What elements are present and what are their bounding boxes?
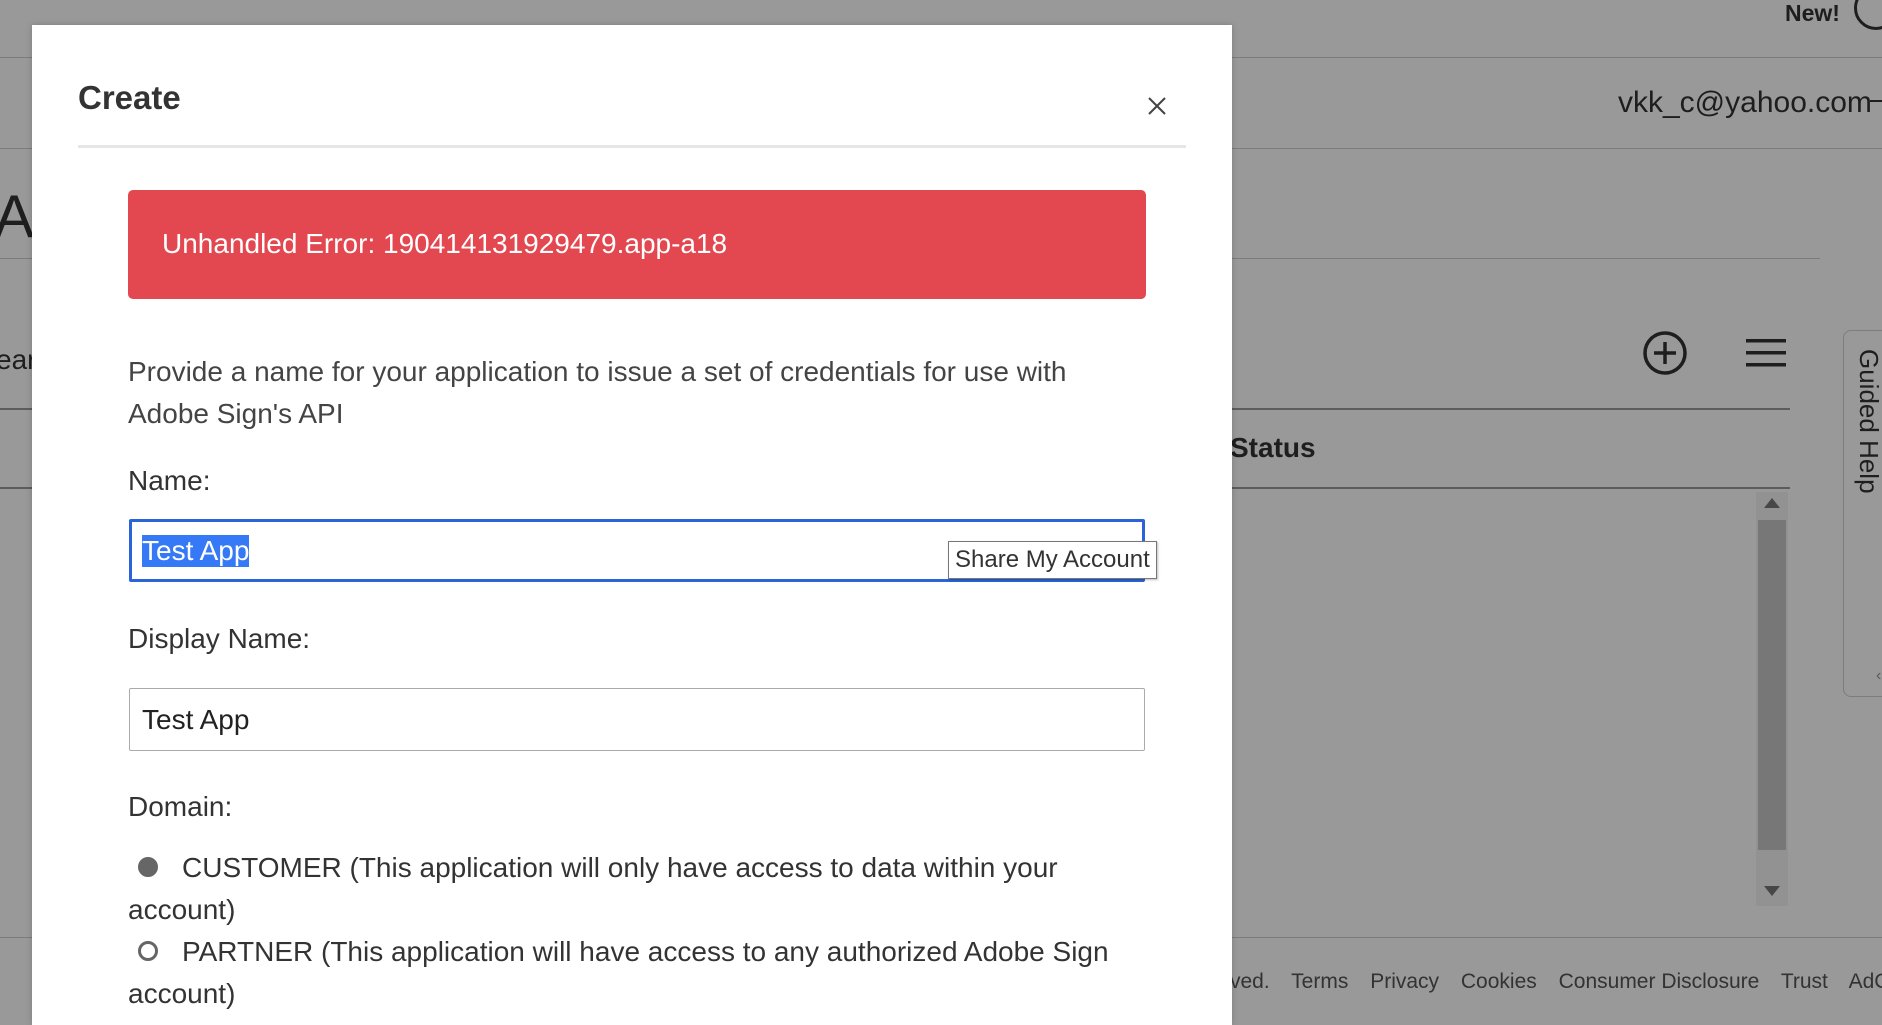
error-banner: Unhandled Error: 190414131929479.app-a18	[128, 190, 1146, 299]
autofill-suggestion[interactable]: Share My Account	[948, 541, 1157, 579]
radio-customer[interactable]	[138, 856, 158, 877]
display-name-label: Display Name:	[128, 623, 311, 654]
domain-option-customer-label: CUSTOMER (This application will only hav…	[128, 852, 1058, 925]
create-dialog: Create Unhandled Error: 190414131929479.…	[32, 25, 1232, 1025]
error-message: Unhandled Error: 190414131929479.app-a18	[162, 228, 728, 259]
domain-option-partner-label: PARTNER (This application will have acce…	[128, 936, 1109, 1009]
dialog-divider	[78, 145, 1186, 148]
domain-option-partner[interactable]: PARTNER (This application will have acce…	[128, 931, 1148, 1015]
name-input-value: Test App	[142, 534, 250, 567]
dialog-title: Create	[78, 79, 181, 116]
radio-partner[interactable]	[138, 940, 158, 961]
name-label: Name:	[128, 465, 211, 496]
close-icon[interactable]	[1142, 91, 1172, 121]
dialog-description: Provide a name for your application to i…	[128, 356, 1067, 429]
display-name-input-value: Test App	[142, 703, 250, 735]
domain-option-customer[interactable]: CUSTOMER (This application will only hav…	[128, 847, 1148, 931]
domain-label: Domain:	[128, 791, 233, 822]
display-name-input[interactable]: Test App	[129, 688, 1145, 751]
